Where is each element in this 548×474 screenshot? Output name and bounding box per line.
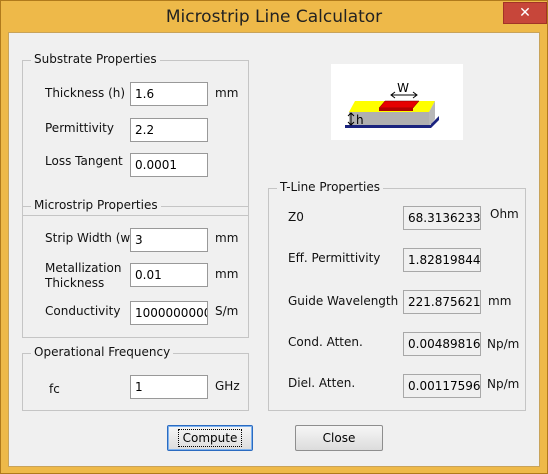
thickness-input[interactable]: 1.6 bbox=[130, 82, 208, 106]
strip-width-input[interactable]: 3 bbox=[130, 228, 208, 252]
loss-tangent-label: Loss Tangent bbox=[45, 154, 123, 168]
conductivity-input[interactable]: 1000000000 bbox=[130, 301, 208, 325]
loss-tangent-input[interactable]: 0.0001 bbox=[130, 153, 208, 177]
fc-input[interactable]: 1 bbox=[130, 375, 208, 399]
close-button[interactable]: Close bbox=[295, 425, 383, 451]
strip-width-unit: mm bbox=[215, 231, 239, 245]
eff-permittivity-label: Eff. Permittivity bbox=[288, 251, 381, 265]
metallization-label-line1: Metallization bbox=[45, 261, 122, 275]
permittivity-label: Permittivity bbox=[45, 121, 114, 135]
cond-atten-output: 0.004898162 bbox=[403, 332, 481, 356]
cond-atten-unit: Np/m bbox=[487, 337, 520, 351]
group-title: T-Line Properties bbox=[277, 180, 384, 194]
guide-wavelength-output: 221.8756217 bbox=[403, 290, 481, 314]
diel-atten-output: 0.001175960 bbox=[403, 374, 481, 398]
group-title: Substrate Properties bbox=[31, 52, 160, 66]
thickness-unit: mm bbox=[215, 86, 239, 100]
compute-button-label: Compute bbox=[177, 429, 243, 447]
metallization-label: Metallization Thickness bbox=[45, 261, 121, 291]
z0-label: Z0 bbox=[288, 210, 304, 224]
z0-unit: Ohm bbox=[490, 207, 519, 221]
group-title: Operational Frequency bbox=[31, 345, 174, 359]
guide-wavelength-unit: mm bbox=[488, 294, 512, 308]
diel-atten-label: Diel. Atten. bbox=[288, 376, 356, 390]
dialog-client-area: Substrate Properties Thickness (h) 1.6 m… bbox=[8, 32, 540, 467]
microstrip-cross-section-icon: W h bbox=[345, 81, 439, 128]
thickness-label: Thickness (h) bbox=[45, 86, 126, 100]
microstrip-diagram: W h bbox=[331, 64, 463, 140]
title-bar[interactable]: Microstrip Line Calculator ✕ bbox=[1, 1, 547, 35]
width-label: W bbox=[397, 81, 409, 95]
metallization-input[interactable]: 0.01 bbox=[130, 263, 208, 287]
fc-unit: GHz bbox=[215, 379, 240, 393]
group-title: Microstrip Properties bbox=[31, 198, 161, 212]
conductivity-unit: S/m bbox=[215, 304, 239, 318]
window-close-button[interactable]: ✕ bbox=[503, 2, 547, 24]
metallization-label-line2: Thickness bbox=[45, 276, 105, 290]
permittivity-input[interactable]: 2.2 bbox=[130, 118, 208, 142]
strip-width-label: Strip Width (w) bbox=[45, 231, 135, 245]
compute-button[interactable]: Compute bbox=[167, 425, 253, 451]
height-label: h bbox=[356, 113, 364, 127]
eff-permittivity-output: 1.828198443 bbox=[403, 248, 481, 272]
window-title: Microstrip Line Calculator bbox=[165, 7, 383, 27]
z0-output: 68.31362337 bbox=[403, 206, 481, 230]
fc-label: fc bbox=[49, 382, 60, 396]
cond-atten-label: Cond. Atten. bbox=[288, 335, 363, 349]
conductivity-label: Conductivity bbox=[45, 304, 121, 318]
diel-atten-unit: Np/m bbox=[487, 377, 520, 391]
guide-wavelength-label: Guide Wavelength bbox=[288, 294, 399, 308]
dialog-window: Microstrip Line Calculator ✕ Substrate P… bbox=[0, 0, 548, 474]
metallization-unit: mm bbox=[215, 267, 239, 281]
